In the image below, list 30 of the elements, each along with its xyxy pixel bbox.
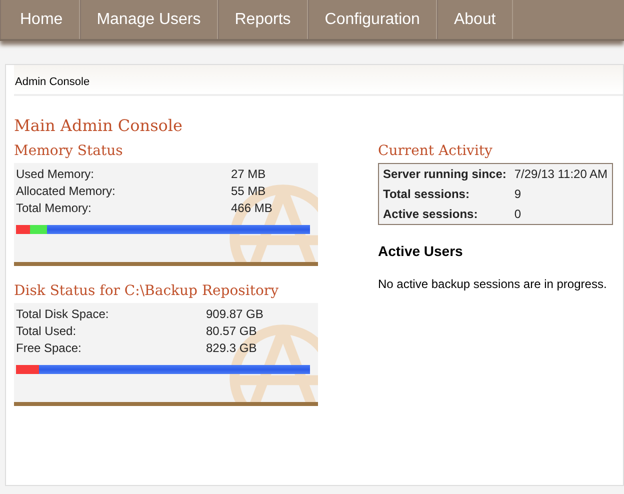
stat-value: 55 MB	[230, 182, 267, 199]
stat-value: 80.57 GB	[206, 322, 258, 339]
stat-value: 829.3 GB	[206, 340, 258, 356]
section-heading: Disk Status for C:\Backup Repository	[14, 283, 280, 299]
activity-value: 9	[510, 184, 612, 204]
section-heading: Memory Status	[14, 143, 124, 159]
stat-value: 466 MB	[230, 200, 272, 216]
section-heading: Current Activity	[378, 143, 494, 159]
stat-label: Free Space:	[16, 340, 82, 356]
nav-tab[interactable]: Reports	[218, 0, 308, 39]
stat-label: Used Memory:	[16, 166, 96, 182]
status-message: No active backup sessions are in progress.	[378, 277, 608, 291]
stat-label: Total Disk Space:	[16, 306, 110, 322]
section-heading: Active Users	[378, 243, 464, 259]
activity-label: Active sessions:	[378, 204, 510, 224]
stat-value: 909.87 GB	[206, 306, 264, 322]
activity-value: 0	[510, 204, 612, 224]
page-title: Main Admin Console	[14, 116, 184, 135]
nav-tab[interactable]: Manage Users	[80, 0, 218, 39]
stat-value: 27 MB	[230, 166, 267, 182]
activity-value: 7/29/13 11:20 AM	[510, 164, 612, 184]
nav-tab[interactable]: Configuration	[308, 0, 437, 39]
nav-tab[interactable]: About	[436, 0, 513, 39]
breadcrumb: Admin Console	[14, 65, 623, 96]
activity-label: Server running since:	[378, 164, 510, 184]
nav-tab[interactable]: Home	[0, 0, 80, 39]
stat-label: Allocated Memory:	[16, 182, 116, 199]
stat-label: Total Used:	[16, 322, 78, 339]
activity-label: Total sessions:	[378, 184, 510, 204]
stat-label: Total Memory:	[16, 200, 92, 216]
